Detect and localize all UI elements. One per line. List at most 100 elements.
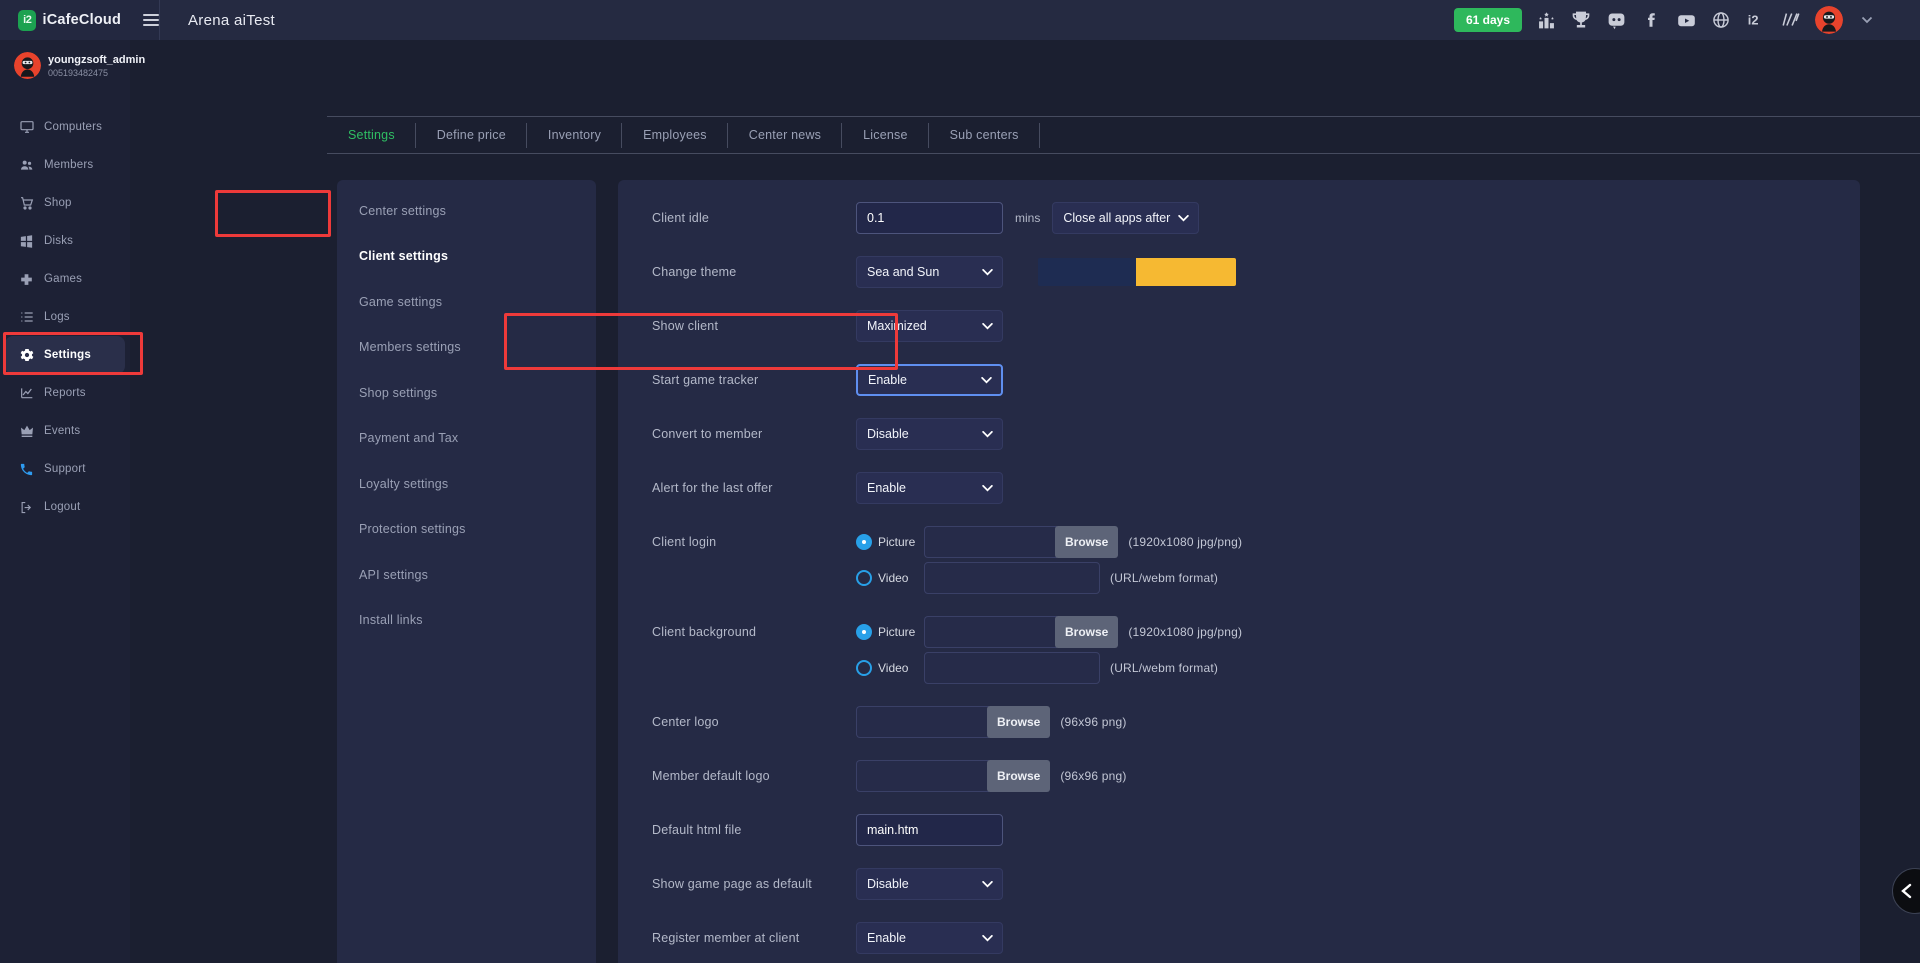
sidebar-item-events[interactable]: Events — [0, 412, 130, 450]
tab-center-news[interactable]: Center news — [728, 117, 842, 153]
chevron-down-icon — [982, 479, 993, 497]
sidebar-item-logout[interactable]: Logout — [0, 488, 130, 526]
convert-to-member-select[interactable]: Disable — [856, 418, 1003, 450]
discord-icon[interactable] — [1605, 9, 1627, 31]
show-game-page-label: Show game page as default — [652, 877, 856, 891]
video-hint: (URL/webm format) — [1110, 661, 1218, 675]
nav-item-payment-and-tax[interactable]: Payment and Tax — [337, 416, 596, 462]
default-html-file-input[interactable] — [856, 814, 1003, 846]
member-default-logo-hint: (96x96 png) — [1060, 769, 1126, 783]
sidebar-item-reports[interactable]: Reports — [0, 374, 130, 412]
client-login-picture-input[interactable] — [924, 526, 1057, 558]
form-row-client-idle: Client idle mins Close all apps after ch — [652, 202, 1860, 234]
client-login-picture-browse-button[interactable]: Browse — [1055, 526, 1118, 558]
tab-sub-centers[interactable]: Sub centers — [929, 117, 1040, 153]
form-row-client-login: Client login Picture Browse (1920x1080 j… — [652, 526, 1860, 594]
hamburger-menu-icon[interactable] — [143, 14, 159, 26]
user-avatar[interactable] — [1815, 6, 1843, 34]
youtube-icon[interactable] — [1675, 9, 1697, 31]
sidebar-item-settings[interactable]: Settings — [5, 336, 125, 374]
sidebar-item-support[interactable]: Support — [0, 450, 130, 488]
client-login-picture-radio[interactable] — [856, 534, 872, 550]
nav-item-center-settings[interactable]: Center settings — [337, 188, 596, 234]
facebook-icon[interactable] — [1640, 9, 1662, 31]
form-row-client-background: Client background Picture Browse (1920x1… — [652, 616, 1860, 684]
ranking-icon[interactable] — [1535, 9, 1557, 31]
client-background-picture-browse-button[interactable]: Browse — [1055, 616, 1118, 648]
start-game-tracker-select[interactable]: Enable — [856, 364, 1003, 396]
client-background-video-input[interactable] — [924, 652, 1100, 684]
client-idle-unit: mins — [1015, 211, 1040, 225]
panes-icon[interactable] — [1780, 9, 1802, 31]
globe-icon[interactable] — [1710, 9, 1732, 31]
sidebar-item-games[interactable]: Games — [0, 260, 130, 298]
change-theme-label: Change theme — [652, 265, 856, 279]
video-radio-label: Video — [878, 571, 918, 585]
theme-preview-yellow-swatch — [1136, 258, 1236, 286]
theme-preview — [1038, 258, 1236, 286]
client-login-video-input[interactable] — [924, 562, 1100, 594]
members-icon — [18, 157, 35, 174]
chevron-down-icon — [981, 371, 992, 389]
client-idle-input[interactable] — [856, 202, 1003, 234]
nav-item-loyalty-settings[interactable]: Loyalty settings — [337, 461, 596, 507]
sidebar-item-members[interactable]: Members — [0, 146, 130, 184]
change-theme-select[interactable]: Sea and Sun — [856, 256, 1003, 288]
tab-license[interactable]: License — [842, 117, 929, 153]
cart-icon — [18, 195, 35, 212]
center-name: Arena aiTest — [188, 12, 275, 29]
center-logo-label: Center logo — [652, 715, 856, 729]
svg-text:i2: i2 — [1748, 13, 1759, 28]
nav-item-game-settings[interactable]: Game settings — [337, 279, 596, 325]
client-background-label: Client background — [652, 616, 856, 648]
chevron-down-icon — [982, 263, 993, 281]
tab-employees[interactable]: Employees — [622, 117, 728, 153]
nav-item-client-settings[interactable]: Client settings — [337, 234, 596, 280]
gear-icon — [18, 347, 35, 364]
alert-last-offer-select[interactable]: Enable — [856, 472, 1003, 504]
client-login-picture-row: Picture Browse (1920x1080 jpg/png) — [856, 526, 1242, 558]
client-login-video-radio[interactable] — [856, 570, 872, 586]
tab-settings[interactable]: Settings — [327, 117, 416, 153]
client-background-video-radio[interactable] — [856, 660, 872, 676]
sidebar-item-logs[interactable]: Logs — [0, 298, 130, 336]
sidebar-item-computers[interactable]: Computers — [0, 108, 130, 146]
brand-name: iCafeCloud — [42, 12, 121, 28]
tab-inventory[interactable]: Inventory — [527, 117, 622, 153]
member-default-logo-label: Member default logo — [652, 769, 856, 783]
icafe-brand-icon[interactable]: i2 — [1745, 9, 1767, 31]
nav-item-api-settings[interactable]: API settings — [337, 552, 596, 598]
phone-icon — [18, 461, 35, 478]
sidebar-avatar[interactable] — [14, 52, 41, 79]
sidebar-item-shop[interactable]: Shop — [0, 184, 130, 222]
client-idle-action-select[interactable]: Close all apps after ch — [1052, 202, 1199, 234]
license-days-badge[interactable]: 61 days — [1454, 8, 1522, 32]
form-row-show-client: Show client Maximized — [652, 310, 1860, 342]
chevron-down-icon — [1178, 209, 1189, 227]
form-row-convert-to-member: Convert to member Disable — [652, 418, 1860, 450]
nav-item-protection-settings[interactable]: Protection settings — [337, 507, 596, 553]
client-background-picture-radio[interactable] — [856, 624, 872, 640]
client-idle-label: Client idle — [652, 211, 856, 225]
nav-item-shop-settings[interactable]: Shop settings — [337, 370, 596, 416]
caret-down-icon[interactable] — [1856, 9, 1878, 31]
center-logo-browse-button[interactable]: Browse — [987, 706, 1050, 738]
nav-item-install-links[interactable]: Install links — [337, 598, 596, 644]
tab-define-price[interactable]: Define price — [416, 117, 527, 153]
icafecloud-admin-page: i2 iCafeCloud Arena aiTest 61 days — [0, 0, 1920, 963]
chevron-left-icon — [1900, 883, 1912, 899]
center-logo-input[interactable] — [856, 706, 989, 738]
trophy-icon[interactable] — [1570, 9, 1592, 31]
show-game-page-select[interactable]: Disable — [856, 868, 1003, 900]
sidebar-user: youngzsoft_admin 005193482475 — [0, 40, 130, 79]
member-default-logo-input[interactable] — [856, 760, 989, 792]
member-default-logo-browse-button[interactable]: Browse — [987, 760, 1050, 792]
client-settings-form: Client idle mins Close all apps after ch… — [618, 180, 1860, 963]
crown-icon — [18, 423, 35, 440]
client-background-picture-input[interactable] — [924, 616, 1057, 648]
sidebar-item-disks[interactable]: Disks — [0, 222, 130, 260]
register-member-select[interactable]: Enable — [856, 922, 1003, 954]
show-client-select[interactable]: Maximized — [856, 310, 1003, 342]
nav-item-members-settings[interactable]: Members settings — [337, 325, 596, 371]
topbar-brand-area: i2 iCafeCloud — [0, 0, 160, 40]
